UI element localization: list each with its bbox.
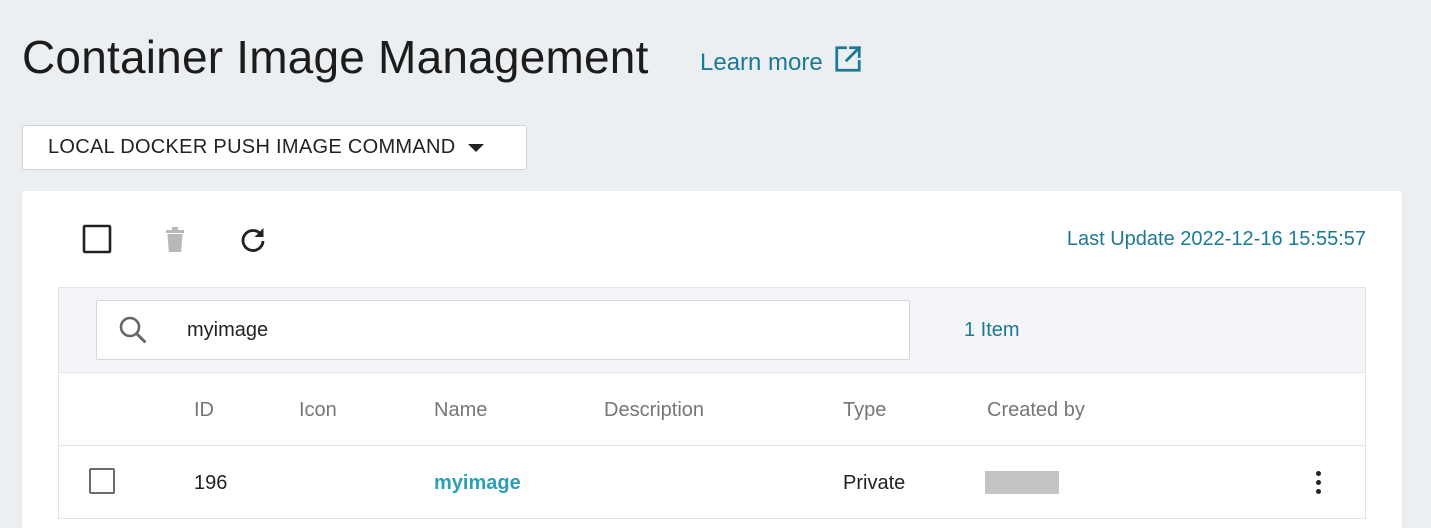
- refresh-button[interactable]: [236, 222, 270, 256]
- learn-more-link[interactable]: Learn more: [700, 44, 863, 81]
- column-header-created-by: Created by: [987, 399, 1085, 421]
- cell-name-link[interactable]: myimage: [434, 472, 521, 495]
- learn-more-label: Learn more: [700, 48, 823, 76]
- search-input[interactable]: [187, 315, 887, 345]
- more-vertical-icon-dot: [1315, 479, 1321, 485]
- checkbox-icon: [82, 224, 112, 254]
- image-table: ID Icon Name Description Type Created by…: [58, 373, 1366, 519]
- image-list-card: Last Update 2022-12-16 15:55:57 1 Item I…: [22, 191, 1402, 528]
- table-row: 196 myimage Private: [59, 446, 1365, 519]
- external-link-icon: [833, 44, 863, 81]
- row-actions-menu-button[interactable]: [1304, 468, 1332, 496]
- more-vertical-icon: [1315, 470, 1321, 476]
- column-header-id: ID: [194, 399, 214, 421]
- more-vertical-icon-dot: [1315, 488, 1321, 494]
- table-header: ID Icon Name Description Type Created by: [59, 373, 1365, 446]
- search-box[interactable]: [96, 300, 910, 360]
- delete-button[interactable]: [158, 222, 192, 256]
- page-title: Container Image Management: [22, 31, 649, 83]
- refresh-icon: [241, 228, 265, 252]
- cell-created-by-redacted: [985, 471, 1059, 494]
- trash-icon: [166, 227, 184, 252]
- search-icon: [119, 316, 146, 343]
- item-count: 1 Item: [964, 319, 1020, 341]
- column-header-icon: Icon: [299, 399, 337, 421]
- docker-push-command-dropdown[interactable]: LOCAL DOCKER PUSH IMAGE COMMAND: [22, 125, 527, 170]
- cell-type: Private: [843, 472, 906, 494]
- last-update-timestamp: Last Update 2022-12-16 15:55:57: [1066, 228, 1366, 250]
- column-header-description: Description: [604, 399, 705, 421]
- select-all-checkbox[interactable]: [80, 222, 114, 256]
- column-header-type: Type: [843, 399, 887, 421]
- row-checkbox[interactable]: [89, 468, 115, 494]
- caret-down-icon: [467, 143, 484, 152]
- filter-bar: 1 Item: [58, 287, 1366, 373]
- cell-id: 196: [194, 472, 228, 494]
- docker-push-command-label: LOCAL DOCKER PUSH IMAGE COMMAND: [48, 136, 456, 158]
- column-header-name: Name: [434, 399, 488, 421]
